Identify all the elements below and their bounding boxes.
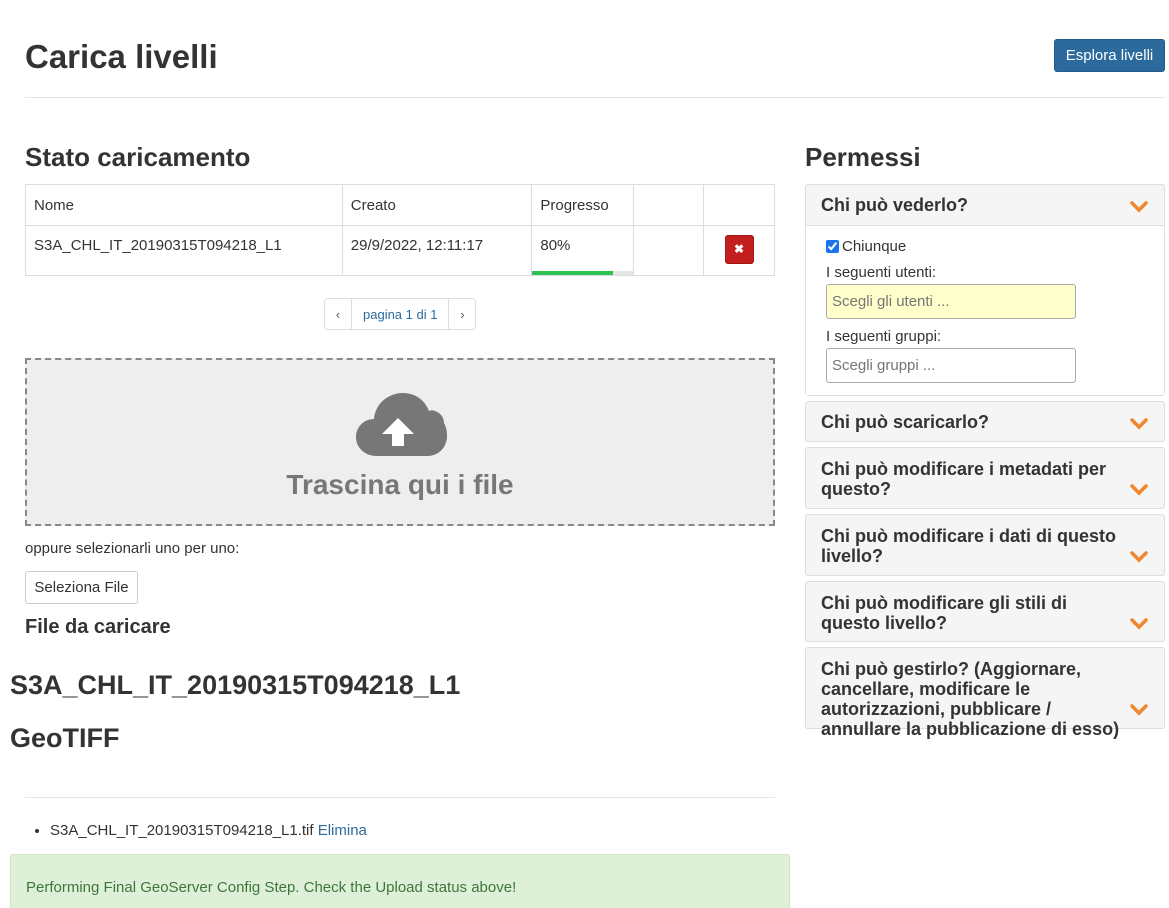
chevron-down-icon [1130,618,1148,630]
select-individually-text: oppure selezionarli uno per uno: [25,540,240,557]
chevron-down-icon [1130,551,1148,563]
panel-header-metadata[interactable]: Chi può modificare i metadati per questo… [806,448,1164,499]
chevron-down-icon [1130,704,1148,716]
users-select-input[interactable] [826,284,1076,319]
upload-empty-cell [633,225,705,276]
progress-bar-fill [532,271,614,275]
upload-status-table: Nome Creato Progresso S3A_CHL_IT_2019031… [25,184,775,276]
column-header-progress: Progresso [531,184,635,226]
file-item-name: S3A_CHL_IT_20190315T094218_L1.tif [50,822,314,839]
explore-layers-button[interactable]: Esplora livelli [1054,39,1165,72]
upload-progress-cell: 80% [531,225,635,276]
pagination-prev-button[interactable]: ‹ [325,299,351,329]
groups-select-input[interactable] [826,348,1076,383]
permission-panel-styles: Chi può modificare gli stili di questo l… [805,581,1165,642]
column-header-blank [633,184,705,226]
dropzone-text: Trascina qui i file [286,469,514,500]
panel-title-view: Chi può vederlo? [821,195,969,215]
title-divider [25,97,1165,98]
close-icon: ✖ [734,242,745,256]
chevron-down-icon [1130,418,1148,430]
column-header-created: Creato [341,184,533,226]
panel-title-manage: Chi può gestirlo? (Aggiornare, cancellar… [821,659,1120,739]
file-dropzone[interactable]: Trascina qui i file [25,358,775,526]
panel-title-download: Chi può scaricarlo? [821,412,990,432]
delete-upload-button[interactable]: ✖ [724,235,754,264]
panel-header-data[interactable]: Chi può modificare i dati di questo live… [806,515,1164,566]
chevron-down-icon [1130,201,1148,213]
permission-panel-view: Chi può vederlo? Chiunque I seguenti ute… [805,184,1165,396]
panel-title-metadata: Chi può modificare i metadati per questo… [821,459,1107,499]
table-header-row: Nome Creato Progresso [25,184,775,226]
select-files-button[interactable]: Seleziona File [25,571,138,604]
panel-title-styles: Chi può modificare gli stili di questo l… [821,593,1068,633]
upload-created-cell: 29/9/2022, 12:11:17 [341,225,533,276]
anyone-checkbox-row[interactable]: Chiunque [826,238,1144,255]
panel-header-manage[interactable]: Chi può gestirlo? (Aggiornare, cancellar… [806,648,1164,739]
file-group-name: S3A_CHL_IT_20190315T094218_L1 [10,670,461,700]
pagination-next-button[interactable]: › [449,299,475,329]
panel-title-data: Chi può modificare i dati di questo live… [821,526,1117,566]
column-header-action [703,184,775,226]
file-list: S3A_CHL_IT_20190315T094218_L1.tif Elimin… [50,822,367,839]
permission-panel-data: Chi può modificare i dati di questo live… [805,514,1165,576]
panel-header-styles[interactable]: Chi può modificare gli stili di questo l… [806,582,1164,633]
permissions-heading: Permessi [805,142,921,172]
upload-status-heading: Stato caricamento [25,142,251,172]
upload-action-cell: ✖ [703,225,775,276]
column-header-name: Nome [25,184,343,226]
users-label: I seguenti utenti: [826,264,937,281]
permission-panel-download: Chi può scaricarlo? [805,401,1165,442]
files-divider [25,797,775,798]
cloud-upload-icon [356,393,447,456]
pagination-label: pagina 1 di 1 [351,299,450,329]
groups-label: I seguenti gruppi: [826,328,942,345]
table-row: S3A_CHL_IT_20190315T094218_L1 29/9/2022,… [25,225,775,276]
permission-panel-metadata: Chi può modificare i metadati per questo… [805,447,1165,509]
anyone-checkbox[interactable] [826,240,839,253]
upload-status-alert: Performing Final GeoServer Config Step. … [10,854,790,908]
panel-header-download[interactable]: Chi può scaricarlo? [806,402,1164,432]
permission-panel-manage: Chi può gestirlo? (Aggiornare, cancellar… [805,647,1165,739]
panel-body-view: Chiunque I seguenti utenti: I seguenti g… [806,225,1164,395]
files-to-upload-heading: File da caricare [25,616,171,638]
upload-name-cell: S3A_CHL_IT_20190315T094218_L1 [25,225,343,276]
chevron-down-icon [1130,484,1148,496]
anyone-label: Chiunque [842,238,907,255]
progress-bar [532,271,634,275]
panel-header-view[interactable]: Chi può vederlo? [806,185,1164,225]
pagination: ‹ pagina 1 di 1 › [324,298,477,330]
list-item: S3A_CHL_IT_20190315T094218_L1.tif Elimin… [50,822,367,839]
remove-file-link[interactable]: Elimina [318,822,367,839]
progress-text: 80% [540,237,571,254]
page-title: Carica livelli [25,38,218,75]
file-type-label: GeoTIFF [10,723,120,753]
